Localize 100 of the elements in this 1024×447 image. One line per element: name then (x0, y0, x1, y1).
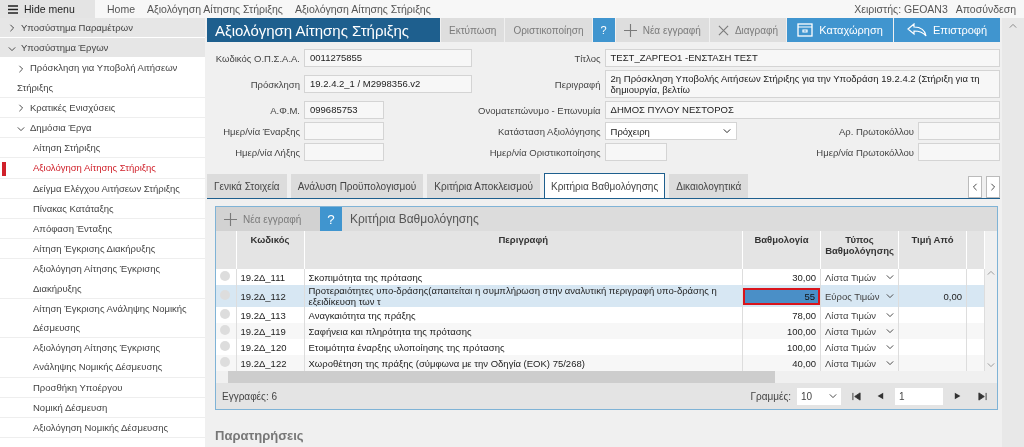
page-input[interactable]: 1 (895, 387, 943, 405)
page-title: Αξιολόγηση Αίτησης Στήριξης (207, 18, 440, 42)
menu-item[interactable]: Προσθήκη Υποέργου (0, 377, 205, 398)
page-size-dropdown[interactable]: 10 (797, 387, 841, 405)
tab[interactable]: Δικαιολογητικά (669, 174, 749, 198)
next-tab-button[interactable] (986, 176, 1000, 198)
close-icon (717, 24, 729, 36)
tab[interactable]: Κριτήρια Αποκλεισμού (427, 174, 540, 198)
archive-box-icon (797, 23, 814, 37)
menu-item[interactable]: Υποσύστημα Παραμέτρων (0, 18, 205, 39)
chevron-icon (722, 127, 731, 135)
chevron-icon (886, 292, 894, 300)
first-page-icon (851, 391, 861, 401)
chevron-icon (8, 44, 16, 53)
hide-menu-label: Hide menu (24, 3, 75, 15)
menu-item[interactable]: Πίνακας Κατάταξης (0, 198, 205, 220)
menu-item[interactable]: Αξιολόγηση Νομικής Δέσμευσης (0, 418, 205, 439)
menu-item[interactable]: Αίτηση Έγκρισης Ανάληψης Νομικής Δέσμευσης (0, 298, 205, 339)
column-header: Κωδικός (236, 231, 304, 269)
menu-item[interactable]: Κρατικές Ενισχύσεις (0, 97, 205, 118)
tab[interactable]: Γενικά Στοιχεία (207, 174, 287, 198)
field-label: Κατάσταση Αξιολόγησης (497, 125, 601, 137)
reply-arrow-icon (906, 23, 927, 37)
table-cell: Προτεραιότητες υπο-δράσης(απαιτείται η συμπλήρωση στην αναλυτική περιγραφή υπο-δράσης η εξειδίκευση των τ (304, 285, 743, 307)
grid-title: Κριτήρια Βαθμολόγησης (349, 211, 479, 228)
table-cell: 100,00 (786, 341, 816, 353)
table-cell: 100,00 (786, 325, 816, 337)
table-cell: 19.2Δ_112 (236, 285, 304, 307)
menu-item[interactable]: Αξιολόγηση Αίτησης Στήριξης (0, 158, 205, 179)
menu-icon (8, 4, 18, 14)
previous-tab-button[interactable] (968, 176, 982, 198)
tab[interactable]: Κριτήρια Βαθμολόγησης (544, 173, 666, 198)
field-label: Ημερ/νία Οριστικοποίησης (488, 146, 601, 158)
plus-icon (224, 212, 237, 226)
column-header: Τύπος Βαθμολόγησης (820, 231, 899, 269)
type-dropdown[interactable]: Λίστα Τιμών (825, 341, 894, 353)
text-field[interactable] (604, 143, 667, 161)
field-label: Περιγραφή (553, 78, 601, 90)
table-cell: 19.2Δ_122 (236, 355, 304, 371)
menu-item[interactable]: Πρόσκληση για Υποβολή Αιτήσεων Στήριξης (0, 58, 205, 98)
table-cell: Σαφήνεια και πληρότητα της πρότασης (304, 323, 743, 339)
text-field[interactable] (304, 122, 384, 140)
breadcrumb-link[interactable]: Αξιολόγηση Αίτησης Στήριξης (147, 3, 283, 15)
column-header: Περιγραφή (304, 231, 743, 269)
table-cell: Χωροθέτηση της πράξης (σύμφωνα με την Οδηγία (ΕΟΚ) 75/268) (304, 355, 743, 371)
text-field[interactable]: 2η Πρόσκληση Υποβολής Αιτήσεων Στήριξης για την Υποδράση 19.2.4.2 (Στήριξη για τη δημιουργία, βελτίω (604, 70, 1000, 98)
table-row[interactable]: 19.2Δ_112 Προτεραιότητες υπο-δράσης(απαιτείται η συμπλήρωση στην αναλυτική περιγραφή υπο-δράσης η εξειδίκευση των τ 55 Εύρος Τιμών 0,00 (216, 285, 985, 307)
plus-icon (623, 23, 637, 37)
text-field[interactable]: 0011275855 (304, 49, 472, 67)
hide-menu-button[interactable]: Hide menu (0, 0, 95, 18)
logout-link[interactable]: Αποσύνδεση (955, 3, 1016, 15)
page-scrollbar[interactable] (1002, 18, 1024, 447)
text-field[interactable] (918, 143, 1000, 161)
field-label: Ημερ/νία Λήξης (234, 146, 300, 158)
text-field[interactable] (918, 122, 1000, 140)
chevron-icon (17, 124, 25, 133)
text-field[interactable]: ΔΗΜΟΣ ΠΥΛΟΥ ΝΕΣΤΟΡΟΣ (604, 101, 1000, 119)
text-field[interactable]: 19.2.4.2_1 / M2998356.v2 (304, 75, 472, 93)
score-input[interactable]: 55 (743, 287, 820, 305)
section-heading: Παρατηρήσεις (215, 428, 305, 443)
field-label: Αρ. Πρωτοκόλλου (838, 125, 914, 137)
menu-item[interactable]: Αίτηση Έγκρισης Διακήρυξης (0, 239, 205, 260)
menu-item[interactable]: Νομική Δέσμευση (0, 397, 205, 419)
column-header: Βαθμολογία (742, 231, 821, 269)
last-page-icon (977, 391, 987, 401)
tab[interactable]: Ανάλυση Προϋπολογισμού (290, 174, 424, 198)
user-label: Χειριστής: GEOAN3 (854, 3, 948, 15)
text-field[interactable]: ΤΕΣΤ_ΖΑΡΓΕΟ1 -ΕΝΣΤΑΣΗ ΤΕΣΤ (604, 49, 1000, 67)
chevron-icon (8, 24, 16, 33)
chevron-icon (886, 273, 894, 281)
breadcrumb-link[interactable]: Home (107, 3, 135, 15)
menu-item[interactable]: Αίτηση Στήριξης (0, 138, 205, 159)
text-field[interactable]: 099685753 (304, 101, 384, 119)
scrollbar[interactable] (985, 231, 997, 371)
menu-item[interactable]: Δείγμα Ελέγχου Αιτήσεων Στήριξης (0, 178, 205, 199)
table-row[interactable]: 19.2Δ_119 Σαφήνεια και πληρότητα της πρότασης 100,00 Λίστα Τιμών (216, 323, 985, 339)
chevron-icon (17, 64, 25, 73)
triangle-right-icon (954, 392, 962, 400)
menu-item[interactable]: Υποσύστημα Έργων (0, 38, 205, 59)
record-count: Εγγραφές: 6 (222, 390, 278, 402)
rows-label: Γραμμές: (750, 390, 791, 402)
table-cell: 0,00 (943, 290, 962, 302)
column-header: Τιμή Από (898, 231, 967, 269)
type-dropdown[interactable]: Λίστα Τιμών (825, 309, 894, 321)
menu-item[interactable]: Αξιολόγηση Αίτησης Έγκρισης Διακήρυξης (0, 259, 205, 299)
menu-item[interactable]: Αξιολόγηση Αίτησης Έγκρισης Ανάληψης Νομικής Δέσμευσης (0, 338, 205, 378)
field-label: Κωδικός Ο.Π.Σ.Α.Α. (214, 52, 300, 64)
type-dropdown[interactable]: Λίστα Τιμών (825, 271, 894, 283)
chevron-icon (829, 392, 837, 400)
status-dropdown[interactable]: Πρόχειρη (604, 122, 737, 140)
table-row[interactable]: 19.2Δ_122 Χωροθέτηση της πράξης (σύμφωνα με την Οδηγία (ΕΟΚ) 75/268) 40,00 Λίστα Τιμών (216, 355, 985, 371)
table-cell: 30,00 (792, 271, 816, 283)
menu-item[interactable]: Δημόσια Έργα (0, 118, 205, 139)
chevron-up-icon (1009, 22, 1017, 30)
breadcrumb-link[interactable]: Αξιολόγηση Αίτησης Στήριξης (294, 3, 431, 15)
table-cell: 78,00 (792, 309, 816, 321)
menu-item[interactable]: Απόφαση Ένταξης (0, 219, 205, 240)
text-field[interactable] (304, 143, 384, 161)
table-cell: 40,00 (792, 357, 816, 369)
horizontal-scrollbar[interactable] (216, 371, 997, 383)
